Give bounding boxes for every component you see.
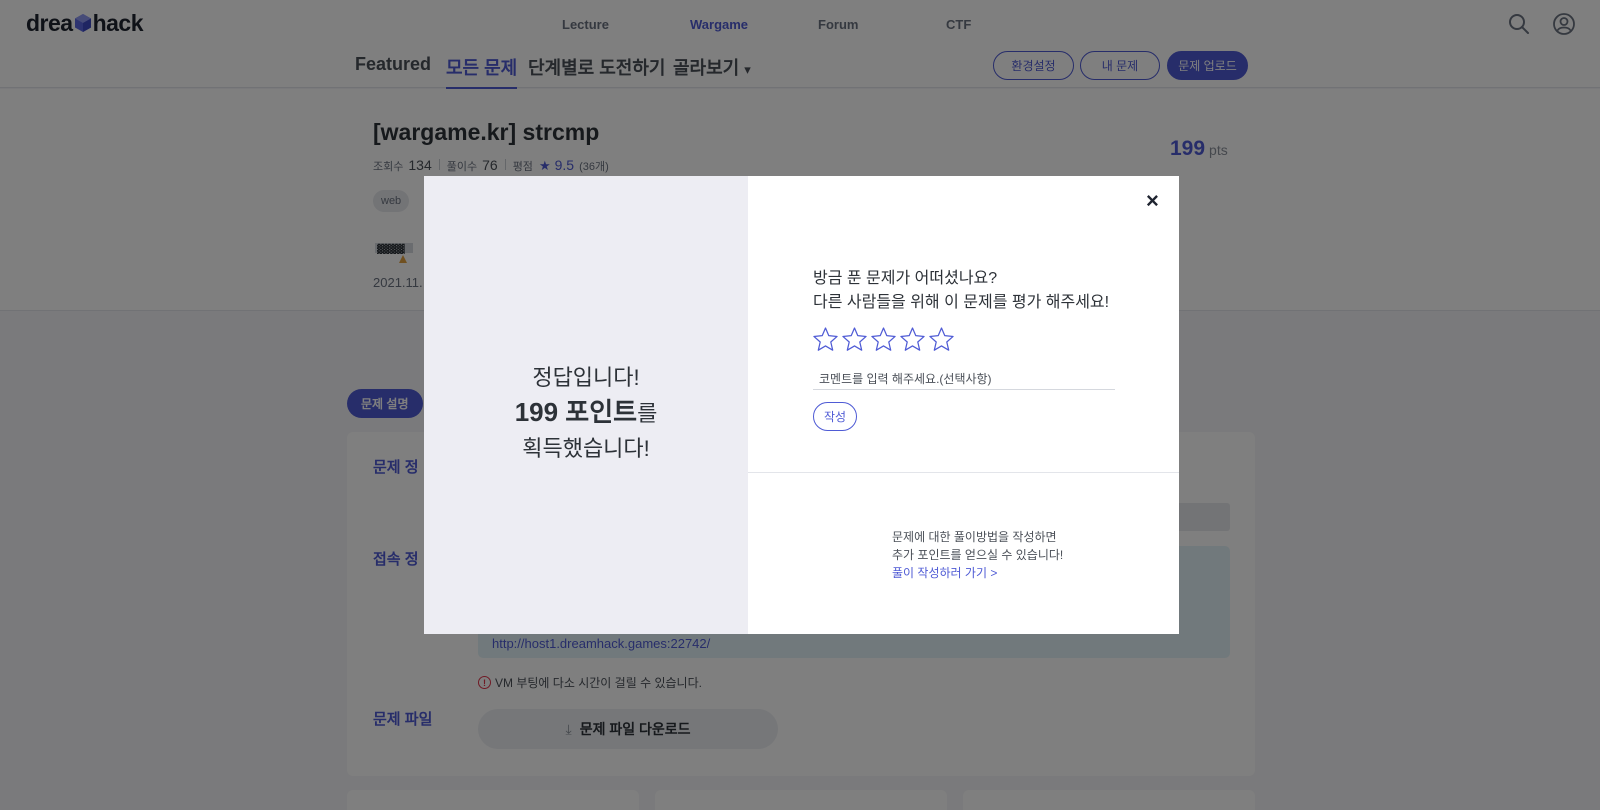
rating-star-icon[interactable] <box>812 326 839 353</box>
modal-left-panel: 정답입니다! 199 포인트를 획득했습니다! <box>424 176 748 634</box>
modal-divider <box>748 472 1179 473</box>
star-rating[interactable] <box>812 326 957 353</box>
solve-success-modal: 정답입니다! 199 포인트를 획득했습니다! × 방금 푼 문제가 어떠셨나요… <box>424 176 1179 634</box>
rating-star-icon[interactable] <box>841 326 868 353</box>
rating-star-icon[interactable] <box>928 326 955 353</box>
rating-request: 다른 사람들을 위해 이 문제를 평가 해주세요! <box>813 294 1110 311</box>
earned-points: 199 포인트 <box>514 397 638 427</box>
rating-star-icon[interactable] <box>899 326 926 353</box>
congrats-message: 정답입니다! 199 포인트를 획득했습니다! <box>424 360 748 466</box>
rating-star-icon[interactable] <box>870 326 897 353</box>
writeup-link[interactable]: 풀이 작성하러 가기 > <box>892 564 1063 582</box>
writeup-promo: 문제에 대한 풀이방법을 작성하면 추가 포인트를 얻으실 수 있습니다! 풀이… <box>892 528 1063 582</box>
rating-question: 방금 푼 문제가 어떠셨나요? <box>813 270 998 287</box>
comment-input[interactable] <box>813 368 1115 390</box>
writeup-line1: 문제에 대한 풀이방법을 작성하면 <box>892 530 1057 544</box>
submit-comment-button[interactable]: 작성 <box>813 402 857 431</box>
congrats-line3: 획득했습니다! <box>522 436 650 461</box>
congrats-particle: 를 <box>637 401 658 426</box>
close-icon[interactable]: × <box>1146 188 1159 214</box>
writeup-line2: 추가 포인트를 얻으실 수 있습니다! <box>892 548 1064 562</box>
congrats-line1: 정답입니다! <box>532 365 640 390</box>
